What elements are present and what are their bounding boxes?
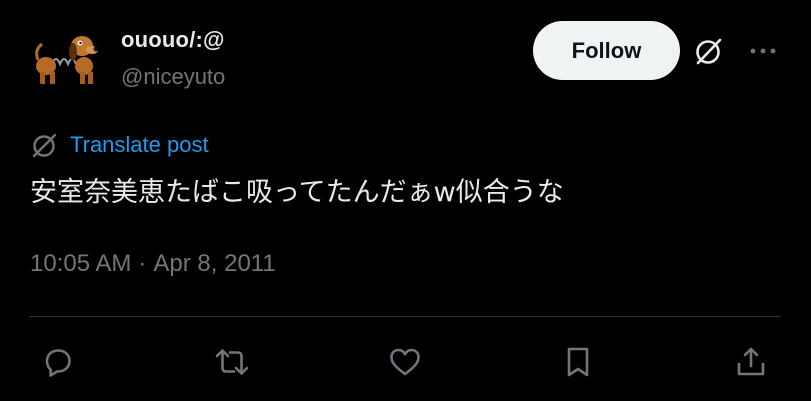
display-name[interactable]: ououo/:@ <box>121 27 225 53</box>
avatar-image <box>30 20 105 95</box>
follow-button[interactable]: Follow <box>533 21 680 80</box>
divider <box>30 316 781 317</box>
translate-icon <box>32 133 57 158</box>
repost-button[interactable] <box>212 342 252 382</box>
translate-post-label: Translate post <box>70 132 209 157</box>
grok-button[interactable] <box>690 32 728 70</box>
post-text: 安室奈美恵たばこ吸ってたんだぁw似合うな <box>30 177 564 208</box>
translate-post-link[interactable]: Translate post <box>30 130 209 160</box>
repost-icon <box>215 349 249 375</box>
bookmark-button[interactable] <box>558 342 598 382</box>
share-button[interactable] <box>731 342 771 382</box>
post-date: Apr 8, 2011 <box>153 250 276 277</box>
more-options-button[interactable] <box>744 32 782 70</box>
more-horizontal-icon <box>750 48 776 54</box>
share-icon <box>737 347 765 376</box>
avatar[interactable] <box>30 20 105 95</box>
reply-icon <box>45 349 71 377</box>
post-timestamp[interactable]: 10:05 AM · Apr 8, 2011 <box>30 250 276 278</box>
grok-icon <box>696 38 722 65</box>
timestamp-separator: · <box>138 250 147 277</box>
like-button[interactable] <box>385 342 425 382</box>
reply-button[interactable] <box>38 342 78 382</box>
like-icon <box>390 348 420 376</box>
post-time: 10:05 AM <box>30 250 132 277</box>
user-handle[interactable]: @niceyuto <box>121 64 225 90</box>
bookmark-icon <box>567 347 589 377</box>
